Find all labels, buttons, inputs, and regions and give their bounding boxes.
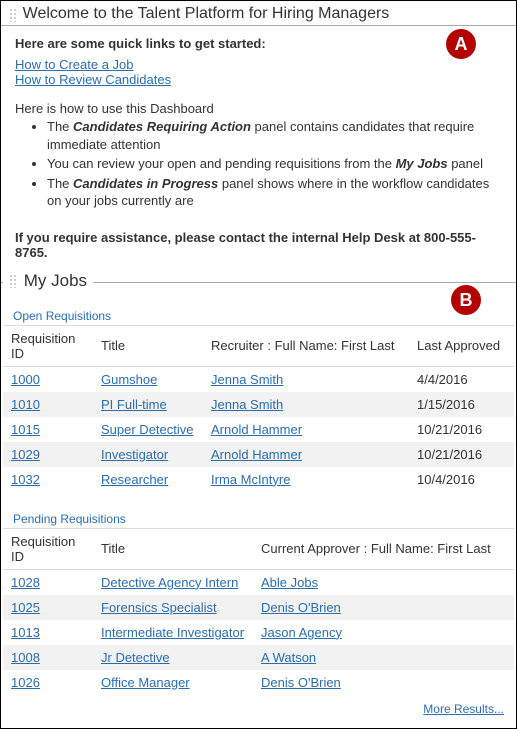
req-title-link[interactable]: Jr Detective [101,650,170,665]
link-review-candidates[interactable]: How to Review Candidates [15,72,171,87]
col-approver: Current Approver : Full Name: First Last [253,528,514,569]
recruiter-link[interactable]: Jenna Smith [211,397,283,412]
recruiter-link[interactable]: Arnold Hammer [211,447,302,462]
req-title-link[interactable]: Forensics Specialist [101,600,217,615]
req-id-link[interactable]: 1008 [11,650,40,665]
req-id-link[interactable]: 1015 [11,422,40,437]
link-create-job[interactable]: How to Create a Job [15,57,134,72]
approver-link[interactable]: Denis O'Brien [261,675,341,690]
table-row: 1029 Investigator Arnold Hammer 10/21/2016 [3,442,514,467]
pending-requisitions-label: Pending Requisitions [3,506,514,528]
col-last-approved: Last Approved [409,325,514,366]
last-approved-cell: 4/4/2016 [409,366,514,392]
howto-bullets: The Candidates Requiring Action panel co… [15,118,502,210]
last-approved-cell: 1/15/2016 [409,392,514,417]
table-row: 1025 Forensics Specialist Denis O'Brien [3,595,514,620]
req-title-link[interactable]: Investigator [101,447,168,462]
req-id-link[interactable]: 1010 [11,397,40,412]
howto-heading: Here is how to use this Dashboard [15,101,502,116]
col-title: Title [93,528,253,569]
req-title-link[interactable]: Detective Agency Intern [101,575,238,590]
help-desk-line: If you require assistance, please contac… [15,230,502,260]
last-approved-cell: 10/21/2016 [409,442,514,467]
last-approved-cell: 10/4/2016 [409,467,514,492]
bullet-item: The Candidates Requiring Action panel co… [47,118,502,153]
table-row: 1015 Super Detective Arnold Hammer 10/21/20… [3,417,514,442]
approver-link[interactable]: Jason Agency [261,625,342,640]
approver-link[interactable]: Denis O'Brien [261,600,341,615]
table-row: 1008 Jr Detective A Watson [3,645,514,670]
req-title-link[interactable]: Gumshoe [101,372,157,387]
req-id-link[interactable]: 1026 [11,675,40,690]
col-title: Title [93,325,203,366]
col-recruiter: Recruiter : Full Name: First Last [203,325,409,366]
recruiter-link[interactable]: Irma McIntyre [211,472,290,487]
table-row: 1026 Office Manager Denis O'Brien [3,670,514,695]
table-row: 1000 Gumshoe Jenna Smith 4/4/2016 [3,366,514,392]
req-id-link[interactable]: 1000 [11,372,40,387]
col-req-id: Requisition ID [3,325,93,366]
table-row: 1010 PI Full-time Jenna Smith 1/15/2016 [3,392,514,417]
callout-badge-a: A [446,29,476,59]
bullet-item: The Candidates in Progress panel shows w… [47,175,502,210]
recruiter-link[interactable]: Arnold Hammer [211,422,302,437]
req-id-link[interactable]: 1028 [11,575,40,590]
req-title-link[interactable]: Researcher [101,472,168,487]
callout-badge-b: B [451,285,481,315]
req-title-link[interactable]: Intermediate Investigator [101,625,244,640]
approver-link[interactable]: A Watson [261,650,316,665]
drag-handle-icon[interactable] [9,8,17,22]
welcome-panel-header: Welcome to the Talent Platform for Hirin… [1,1,516,26]
req-id-link[interactable]: 1013 [11,625,40,640]
table-row: 1013 Intermediate Investigator Jason Agenc… [3,620,514,645]
last-approved-cell: 10/21/2016 [409,417,514,442]
bullet-item: You can review your open and pending req… [47,155,502,173]
open-requisitions-label: Open Requisitions [3,303,514,325]
col-req-id: Requisition ID [3,528,93,569]
table-row: 1028 Detective Agency Intern Able Jobs [3,569,514,595]
pending-requisitions-table: Requisition ID Title Current Approver : … [3,528,514,695]
req-id-link[interactable]: 1032 [11,472,40,487]
open-requisitions-table: Requisition ID Title Recruiter : Full Na… [3,325,514,492]
welcome-intro: Here are some quick links to get started… [15,36,502,51]
req-title-link[interactable]: PI Full-time [101,397,167,412]
req-id-link[interactable]: 1029 [11,447,40,462]
table-row: 1032 Researcher Irma McIntyre 10/4/2016 [3,467,514,492]
myjobs-title: My Jobs [24,271,87,290]
req-title-link[interactable]: Super Detective [101,422,194,437]
approver-link[interactable]: Able Jobs [261,575,318,590]
recruiter-link[interactable]: Jenna Smith [211,372,283,387]
req-title-link[interactable]: Office Manager [101,675,190,690]
welcome-title: Welcome to the Talent Platform for Hirin… [23,5,390,22]
req-id-link[interactable]: 1025 [11,600,40,615]
drag-handle-icon[interactable] [9,274,17,288]
